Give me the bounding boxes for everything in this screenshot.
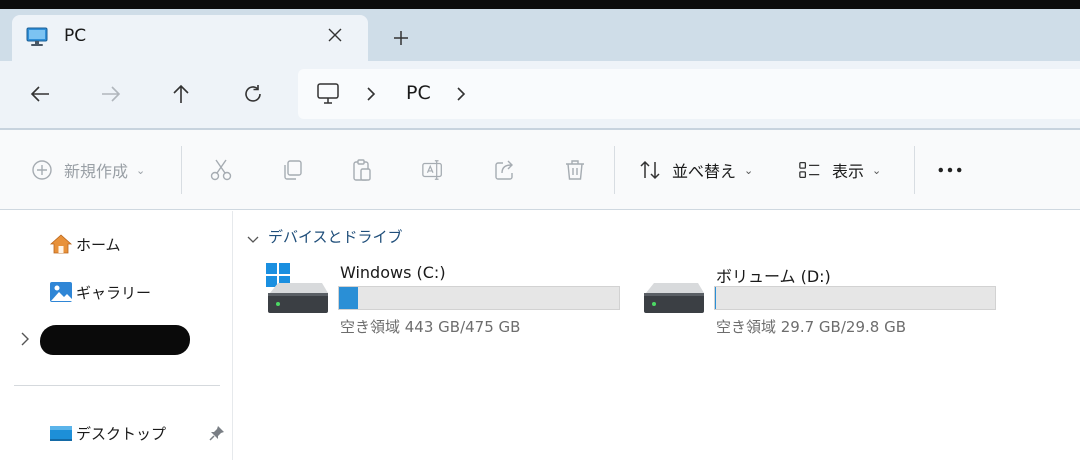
pin-icon[interactable] [208,424,226,442]
sidebar-item-home[interactable]: ホーム [48,229,121,259]
group-title: デバイスとドライブ [268,228,403,246]
group-header[interactable]: デバイスとドライブ [246,226,403,247]
share-icon [493,158,517,182]
drive-usage-bar [714,286,996,310]
arrow-left-icon[interactable] [25,79,55,109]
more-button[interactable] [938,150,962,190]
separator [181,146,182,194]
separator [614,146,615,194]
tab-title: PC [64,26,87,46]
sidebar-item-label: ホーム [76,235,121,254]
sidebar-item-label: ギャラリー [76,283,152,302]
chevron-right-icon[interactable] [454,85,468,103]
sidebar-item-gallery[interactable]: ギャラリー [48,277,151,307]
cut-icon [209,158,233,182]
chevron-right-icon[interactable] [364,85,378,103]
breadcrumb-pc[interactable]: PC [406,82,431,104]
view-button[interactable]: 表示 ⌄ [798,150,881,190]
delete-icon [563,158,587,182]
chevron-down-icon: ⌄ [744,163,754,177]
drive-c[interactable]: Windows (C:) 空き領域 443 GB/475 GB [266,261,626,341]
tab-pc[interactable]: PC [12,15,368,61]
drive-icon [642,261,706,319]
sort-button-label: 並べ替え [672,162,737,181]
rename-icon [421,158,445,182]
navigation-pane: ホーム ギャラリー デスクトップ [0,211,233,460]
plus-icon[interactable] [386,23,416,53]
sidebar-item-label: デスクトップ [76,424,167,443]
new-button-label: 新規作成 [64,162,129,181]
drive-usage-bar [338,286,620,310]
paste-icon [350,158,374,182]
windows-drive-icon [266,261,330,319]
drive-usage-fill [715,287,716,309]
drive-d[interactable]: ボリューム (D:) 空き領域 29.7 GB/29.8 GB [642,261,1002,341]
sort-icon [638,158,662,182]
address-bar[interactable]: PC [298,69,1080,119]
redacted-item[interactable] [40,325,190,355]
command-bar: 新規作成 ⌄ 並べ替え ⌄ 表示 ⌄ [0,130,1080,210]
close-icon[interactable] [322,22,348,48]
view-icon [798,158,822,182]
desktop-folder-icon [48,421,74,445]
delete-button[interactable] [563,150,587,190]
chevron-right-icon[interactable] [18,331,32,347]
cut-button[interactable] [209,150,233,190]
gallery-icon [48,280,74,304]
chevron-down-icon: ⌄ [136,163,146,177]
new-button[interactable]: 新規作成 ⌄ [30,150,145,190]
drive-name: ボリューム (D:) [716,267,831,286]
divider [14,385,220,386]
content-pane: デバイスとドライブ Windows (C:) 空き領域 443 GB/475 G… [234,211,1080,460]
chevron-down-icon [246,231,260,243]
copy-button[interactable] [280,150,304,190]
plus-circle-icon [30,158,54,182]
view-button-label: 表示 [832,162,865,181]
arrow-up-icon[interactable] [166,79,196,109]
drive-free-space: 空き領域 443 GB/475 GB [340,318,521,336]
sidebar-item-desktop[interactable]: デスクトップ [48,418,166,448]
paste-button[interactable] [350,150,374,190]
chevron-down-icon: ⌄ [872,163,882,177]
drive-free-space: 空き領域 29.7 GB/29.8 GB [716,318,906,336]
rename-button[interactable] [421,150,445,190]
home-icon [48,232,74,256]
separator [914,146,915,194]
sort-button[interactable]: 並べ替え ⌄ [638,150,753,190]
drive-name: Windows (C:) [340,263,446,282]
arrow-right-icon[interactable] [96,79,126,109]
computer-icon [316,82,340,106]
monitor-icon [26,27,48,47]
copy-icon [280,158,304,182]
screen-top-edge [0,0,1080,9]
tab-strip: PC [0,9,1080,61]
more-icon [938,158,962,182]
navigation-bar: PC [0,61,1080,128]
share-button[interactable] [493,150,517,190]
refresh-icon[interactable] [238,79,268,109]
drive-usage-fill [339,287,358,309]
